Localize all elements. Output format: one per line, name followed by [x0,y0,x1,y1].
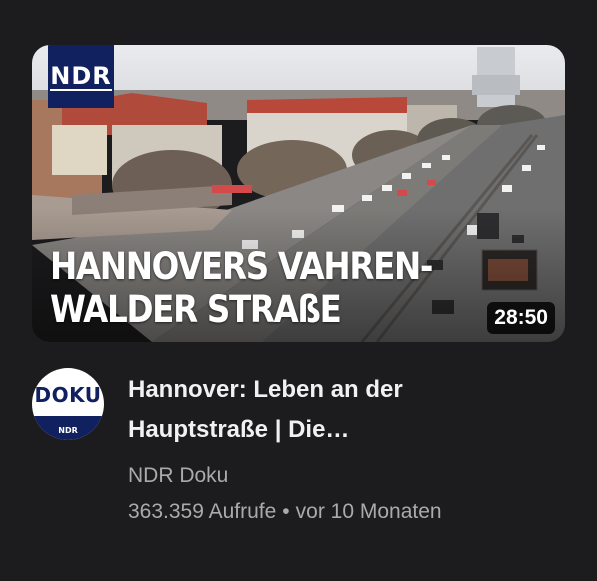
ndr-logo: NDR [48,45,114,108]
upload-age: vor 10 Monaten [295,500,442,523]
avatar-doku-text: DOKU [34,383,102,407]
thumbnail-headline-line1: HANNOVERS VAHREN- [50,245,433,288]
video-title[interactable]: Hannover: Leben an der Hauptstraße | Die… [128,370,548,450]
duration-badge: 28:50 [487,302,555,334]
thumbnail-headline: HANNOVERS VAHREN- WALDER STRAßE [50,245,464,331]
video-title-line1: Hannover: Leben an der [128,376,403,403]
video-thumbnail[interactable]: NDR HANNOVERS VAHREN- WALDER STRAßE 28:5… [32,45,565,342]
channel-avatar[interactable]: DOKU NDR [32,368,104,440]
ndr-logo-text: NDR [50,61,112,91]
video-title-line2: Hauptstraße | Die… [128,416,350,443]
video-card: NDR HANNOVERS VAHREN- WALDER STRAßE 28:5… [0,0,597,581]
thumbnail-headline-line2: WALDER STRAßE [50,288,342,331]
video-metadata: 363.359 Aufrufe • vor 10 Monaten [128,500,442,524]
channel-name[interactable]: NDR Doku [128,464,228,488]
avatar-ndr-text: NDR [58,426,78,435]
view-count: 363.359 Aufrufe [128,500,277,523]
meta-separator: • [282,500,290,523]
